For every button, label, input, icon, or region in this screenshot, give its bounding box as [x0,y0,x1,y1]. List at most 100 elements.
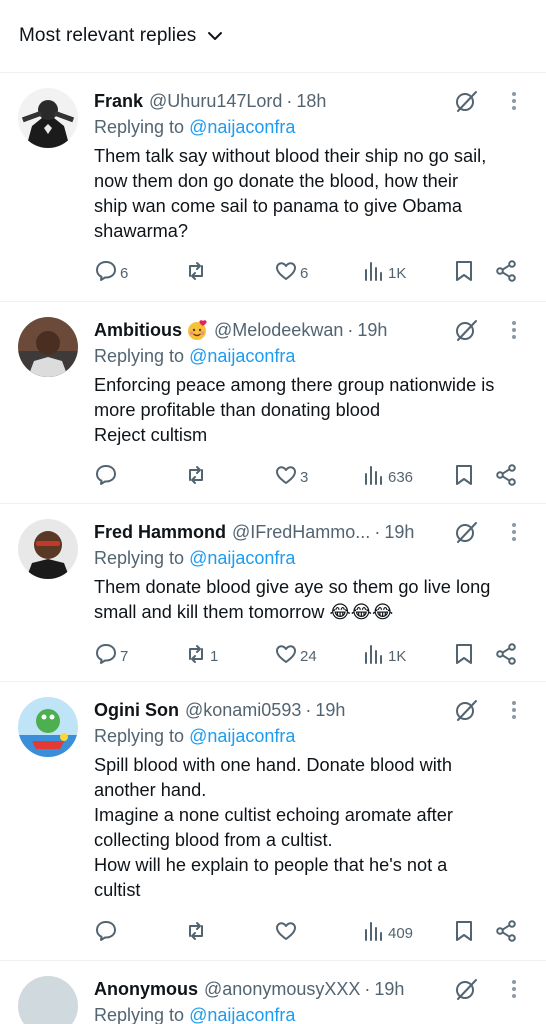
views-button[interactable]: 1K [362,259,406,287]
mention-link[interactable]: @naijaconfra [189,346,295,366]
reply-item[interactable]: Ambitious @Melodeekwan · 19h Replying to… [0,301,546,503]
repost-count: 1 [210,647,219,665]
text-line: collecting blood from a cultist. [94,830,333,850]
bookmark-icon [452,642,476,670]
timestamp[interactable]: 19h [374,979,404,1000]
like-icon [274,642,298,670]
more-icon[interactable] [506,318,522,342]
views-button[interactable]: 1K [362,642,406,670]
like-count: 3 [300,468,309,486]
reply-item[interactable]: Ogini Son @konami0593 · 19h Replying to … [0,681,546,960]
text-line: another hand. [94,780,207,800]
repost-button[interactable]: 1 [184,642,218,670]
repost-button[interactable] [184,259,210,287]
like-button[interactable]: 6 [274,259,308,287]
more-icon[interactable] [506,977,522,1001]
like-button[interactable]: 3 [274,463,308,491]
views-button[interactable]: 636 [362,463,413,491]
avatar[interactable] [18,519,78,579]
repost-icon [184,463,208,491]
like-button[interactable]: 24 [274,642,317,670]
author-name[interactable]: Ogini Son [94,700,179,721]
author-handle[interactable]: @konami0593 [185,700,301,721]
reply-item[interactable]: Fred Hammond @IFredHammo... · 19h Replyi… [0,503,546,681]
reply-button[interactable] [94,919,120,947]
author-name[interactable]: Frank [94,91,143,112]
separator-dot: · [374,521,381,542]
text-line: Them talk say without blood their ship n… [94,146,487,166]
sort-label: Most relevant replies [19,25,197,46]
timestamp[interactable]: 19h [315,700,345,721]
more-icon[interactable] [506,520,522,544]
reply-button[interactable] [94,463,120,491]
avatar[interactable] [18,697,78,757]
text-line: How will he explain to people that he's … [94,855,448,875]
mention-link[interactable]: @naijaconfra [189,726,295,746]
separator-dot: · [305,699,312,720]
replying-prefix: Replying to [94,117,185,137]
share-button[interactable] [494,919,518,947]
separator-dot: · [286,90,293,111]
action-bar: 409 [94,919,524,947]
grok-icon[interactable] [452,316,480,344]
author-name[interactable]: Fred Hammond [94,522,226,543]
reply-item[interactable]: Frank @Uhuru147Lord · 18h Replying to @n… [0,72,546,301]
bookmark-button[interactable] [452,642,476,670]
more-icon[interactable] [506,698,522,722]
share-icon [494,463,518,491]
share-button[interactable] [494,259,518,287]
bookmark-button[interactable] [452,463,476,491]
text-line: Them donate blood give aye so them go li… [94,577,491,597]
repost-icon [184,259,208,287]
text-line: more profitable than donating blood [94,400,381,420]
author-handle[interactable]: @Melodeekwan [214,320,343,341]
avatar[interactable] [18,976,78,1024]
reply-button[interactable]: 6 [94,259,128,287]
timestamp[interactable]: 19h [357,320,387,341]
share-button[interactable] [494,463,518,491]
grok-icon[interactable] [452,518,480,546]
bookmark-button[interactable] [452,259,476,287]
bookmark-icon [452,463,476,491]
avatar[interactable] [18,317,78,377]
grok-icon[interactable] [452,975,480,1003]
replying-to: Replying to @naijaconfra [94,117,295,138]
views-count: 636 [388,468,414,486]
bookmark-icon [452,259,476,287]
share-icon [494,259,518,287]
mention-link[interactable]: @naijaconfra [189,548,295,568]
reply-item[interactable]: Anonymous @anonymousyXXX · 19h Replying … [0,960,546,1024]
replying-prefix: Replying to [94,548,185,568]
like-button[interactable] [274,919,300,947]
reply-text: Them donate blood give aye so them go li… [94,575,534,625]
reply-text: Spill blood with one hand. Donate blood … [94,753,534,903]
grok-icon[interactable] [452,696,480,724]
views-button[interactable]: 409 [362,919,413,947]
reply-button[interactable]: 7 [94,642,128,670]
text-line: shawarma? [94,221,189,241]
views-count: 409 [388,924,414,942]
repost-icon [184,919,208,947]
timestamp[interactable]: 19h [384,522,414,543]
mention-link[interactable]: @naijaconfra [189,1005,295,1024]
mention-link[interactable]: @naijaconfra [189,117,295,137]
author-name[interactable]: Ambitious [94,320,182,341]
grok-icon[interactable] [452,87,480,115]
repost-button[interactable] [184,919,210,947]
author-handle[interactable]: @anonymousyXXX [204,979,360,1000]
author-handle[interactable]: @Uhuru147Lord [149,91,282,112]
bookmark-button[interactable] [452,919,476,947]
replying-to: Replying to @naijaconfra [94,548,295,569]
views-icon [362,642,386,670]
sort-dropdown[interactable]: Most relevant replies [0,0,546,72]
author-handle[interactable]: @IFredHammo... [232,522,370,543]
more-icon[interactable] [506,89,522,113]
share-icon [494,642,518,670]
repost-button[interactable] [184,463,210,491]
text-line: now them don go donate the blood, how th… [94,171,459,191]
timestamp[interactable]: 18h [296,91,326,112]
share-button[interactable] [494,642,518,670]
author-name[interactable]: Anonymous [94,979,198,1000]
bookmark-icon [452,919,476,947]
avatar[interactable] [18,88,78,148]
